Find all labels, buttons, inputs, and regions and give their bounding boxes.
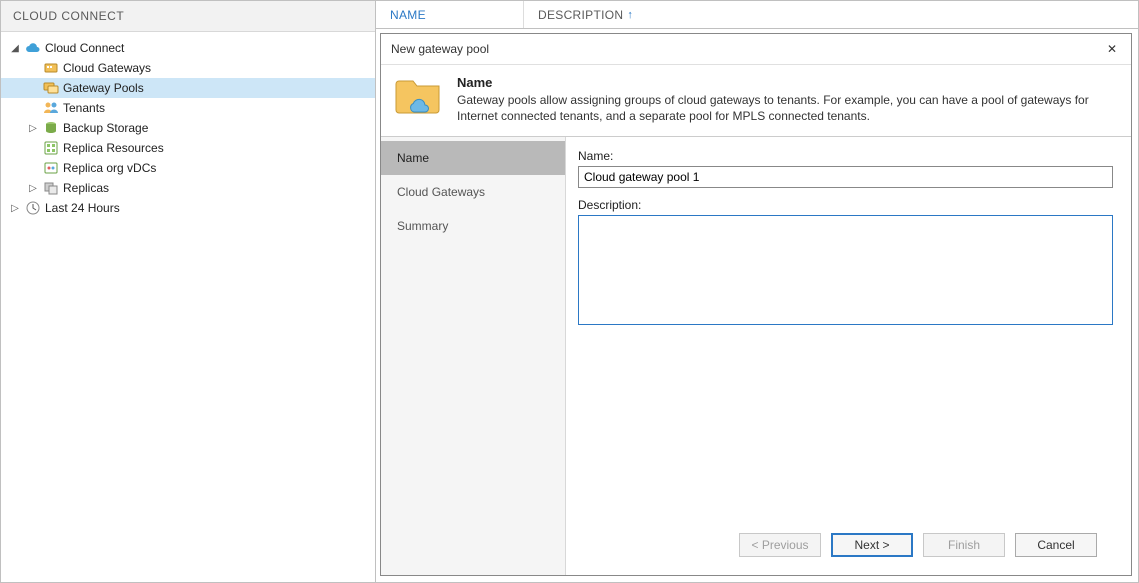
chevron-down-icon[interactable]: ◢ <box>9 43 21 54</box>
previous-button: < Previous <box>739 533 821 557</box>
dialog-header-description: Gateway pools allow assigning groups of … <box>457 92 1117 124</box>
wizard-step-cloud-gateways[interactable]: Cloud Gateways <box>381 175 565 209</box>
cloud-icon <box>25 40 41 56</box>
next-button[interactable]: Next > <box>831 533 913 557</box>
tree-label: Cloud Gateways <box>63 61 151 75</box>
tree-label: Replica Resources <box>63 141 164 155</box>
dialog-header: Name Gateway pools allow assigning group… <box>381 65 1131 137</box>
tree-label: Gateway Pools <box>63 81 144 95</box>
tree-label: Last 24 Hours <box>45 201 120 215</box>
replicas-icon <box>43 180 59 196</box>
close-icon: ✕ <box>1107 42 1117 56</box>
name-field-label: Name: <box>578 149 1113 163</box>
cancel-button[interactable]: Cancel <box>1015 533 1097 557</box>
finish-button: Finish <box>923 533 1005 557</box>
tree-label: Replicas <box>63 181 109 195</box>
wizard-steps-nav: Name Cloud Gateways Summary <box>381 137 566 575</box>
description-field-label: Description: <box>578 198 1113 212</box>
column-header-description[interactable]: DESCRIPTION ↑ <box>524 1 1138 28</box>
sidebar: CLOUD CONNECT ◢ Cloud Connect Cloud Gate… <box>1 1 376 582</box>
chevron-right-icon[interactable]: ▷ <box>9 203 21 214</box>
column-header-name[interactable]: NAME <box>376 1 524 28</box>
tree-item-replicas[interactable]: ▷ Replicas <box>1 178 375 198</box>
nav-tree: ◢ Cloud Connect Cloud Gateways Gateway P… <box>1 32 375 224</box>
wizard-content: Name: Description: < Previous Next > Fin… <box>566 137 1131 575</box>
dialog-titlebar: New gateway pool ✕ <box>381 34 1131 65</box>
sidebar-title: CLOUD CONNECT <box>1 1 375 32</box>
chevron-right-icon[interactable]: ▷ <box>27 123 39 134</box>
dialog-header-title: Name <box>457 75 1117 90</box>
clock-icon <box>25 200 41 216</box>
close-button[interactable]: ✕ <box>1103 40 1121 58</box>
tree-item-tenants[interactable]: Tenants <box>1 98 375 118</box>
tree-item-cloud-connect[interactable]: ◢ Cloud Connect <box>1 38 375 58</box>
chevron-right-icon[interactable]: ▷ <box>27 183 39 194</box>
dialog-button-row: < Previous Next > Finish Cancel <box>578 523 1113 567</box>
pool-icon <box>43 80 59 96</box>
dialog-header-text: Name Gateway pools allow assigning group… <box>457 75 1117 124</box>
tree-label: Tenants <box>63 101 105 115</box>
wizard-step-name[interactable]: Name <box>381 141 565 175</box>
name-input[interactable] <box>578 166 1113 188</box>
tree-item-replica-org-vdcs[interactable]: Replica org vDCs <box>1 158 375 178</box>
tree-item-cloud-gateways[interactable]: Cloud Gateways <box>1 58 375 78</box>
tree-label: Backup Storage <box>63 121 148 135</box>
column-label: DESCRIPTION <box>538 8 623 22</box>
tree-label: Cloud Connect <box>45 41 124 55</box>
tenants-icon <box>43 100 59 116</box>
dialog-title-text: New gateway pool <box>391 42 489 56</box>
gateway-icon <box>43 60 59 76</box>
tree-label: Replica org vDCs <box>63 161 156 175</box>
dialog-body: Name Cloud Gateways Summary Name: Descri… <box>381 137 1131 575</box>
tree-item-backup-storage[interactable]: ▷ Backup Storage <box>1 118 375 138</box>
vdc-icon <box>43 160 59 176</box>
tree-item-replica-resources[interactable]: Replica Resources <box>1 138 375 158</box>
description-input[interactable] <box>578 215 1113 325</box>
main-area: NAME DESCRIPTION ↑ New gateway pool ✕ <box>376 1 1138 582</box>
new-gateway-pool-dialog: New gateway pool ✕ Name Gateway pools al… <box>380 33 1132 576</box>
storage-icon <box>43 120 59 136</box>
folder-cloud-icon <box>395 75 443 119</box>
wizard-step-summary[interactable]: Summary <box>381 209 565 243</box>
tree-item-gateway-pools[interactable]: Gateway Pools <box>1 78 375 98</box>
column-label: NAME <box>390 8 426 22</box>
sort-ascending-icon: ↑ <box>627 9 633 21</box>
resources-icon <box>43 140 59 156</box>
tree-item-last-24-hours[interactable]: ▷ Last 24 Hours <box>1 198 375 218</box>
column-header-row: NAME DESCRIPTION ↑ <box>376 1 1138 29</box>
